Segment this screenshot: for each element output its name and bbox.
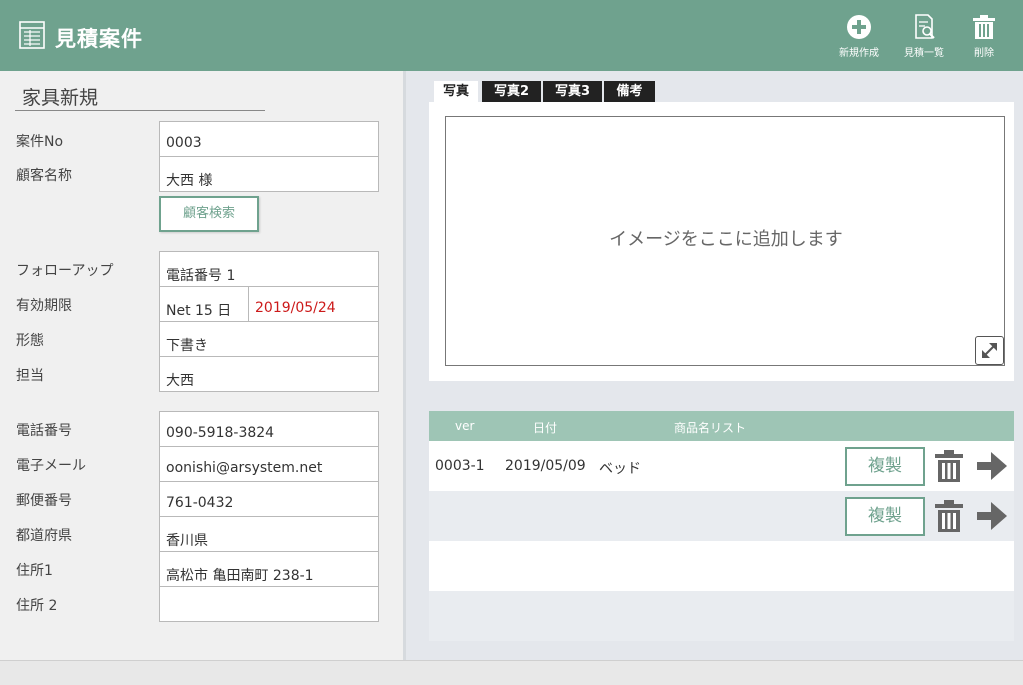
arrow-right-icon[interactable] [977, 502, 1007, 530]
document-search-icon [915, 14, 935, 39]
address2-field[interactable] [159, 586, 379, 622]
customer-name-label: 顧客名称 [16, 168, 72, 184]
photo-placeholder-text: イメージをここに追加します [609, 229, 843, 250]
prefecture-field[interactable]: 香川県 [159, 516, 379, 552]
postal-code-field[interactable]: 761-0432 [159, 481, 379, 517]
row-ver: 0003-1 [435, 458, 485, 474]
trash-icon[interactable] [934, 500, 964, 532]
table-row[interactable]: 複製 [429, 491, 1014, 541]
customer-search-button[interactable]: 顧客検索 [159, 196, 259, 232]
plus-circle-icon [847, 15, 871, 39]
column-date: 日付 [533, 421, 558, 435]
case-no-field[interactable]: 0003 [159, 121, 379, 157]
form-type-field[interactable]: 下書き [159, 321, 379, 357]
panel-divider [403, 71, 406, 660]
case-no-label: 案件No [16, 134, 64, 150]
tab-notes[interactable]: 備考 [604, 81, 655, 102]
arrow-right-icon[interactable] [977, 452, 1007, 480]
form-type-label: 形態 [16, 333, 44, 349]
valid-period-label: 有効期限 [16, 298, 72, 314]
phone-field[interactable]: 090-5918-3824 [159, 411, 379, 447]
app-header: 見積案件 新規作成 見積一覧 削除 [0, 0, 1023, 71]
tab-photo2[interactable]: 写真2 [482, 81, 541, 102]
customer-name-field[interactable]: 大西 様 [159, 156, 379, 192]
assignee-field[interactable]: 大西 [159, 356, 379, 392]
row-date: 2019/05/09 [505, 458, 586, 474]
prefecture-label: 都道府県 [16, 528, 72, 544]
app-title: 見積案件 [55, 27, 143, 51]
table-header: ver 日付 商品名リスト [429, 411, 1014, 441]
estimate-list-button[interactable]: 見積一覧 [894, 14, 954, 59]
column-ver: ver [455, 419, 475, 433]
trash-icon [973, 15, 995, 39]
estimate-list-button-label: 見積一覧 [904, 48, 944, 59]
versions-table: ver 日付 商品名リスト 0003-1 2019/05/09 ベッド 複製 複… [429, 411, 1014, 641]
address1-field[interactable]: 高松市 亀田南町 238-1 [159, 551, 379, 587]
email-field[interactable]: oonishi@arsystem.net [159, 446, 379, 482]
email-label: 電子メール [16, 458, 86, 474]
postal-code-label: 郵便番号 [16, 493, 72, 509]
table-icon [19, 21, 45, 49]
photo-panel: イメージをここに追加します [429, 102, 1014, 381]
address1-label: 住所1 [16, 563, 53, 579]
photo-drop-area[interactable]: イメージをここに追加します [445, 116, 1005, 366]
expiry-date-field[interactable]: 2019/05/24 [248, 286, 379, 322]
expand-icon [982, 343, 997, 358]
assignee-label: 担当 [16, 368, 44, 384]
payment-terms-field[interactable]: Net 15 日 [159, 286, 249, 322]
table-row-empty [429, 541, 1014, 591]
estimate-form-panel: 家具新規 案件No 0003 顧客名称 大西 様 顧客検索 フォローアップ 電話… [0, 71, 403, 660]
column-items: 商品名リスト [674, 421, 747, 435]
follow-up-field[interactable]: 電話番号 1 [159, 251, 379, 287]
bottom-status-bar [0, 660, 1023, 685]
phone-label: 電話番号 [16, 423, 72, 439]
follow-up-label: フォローアップ [16, 263, 114, 279]
delete-button-label: 削除 [974, 48, 994, 59]
table-row-empty [429, 591, 1014, 641]
trash-icon[interactable] [934, 450, 964, 482]
row-items: ベッド [599, 461, 641, 477]
duplicate-button[interactable]: 複製 [845, 447, 925, 486]
address2-label: 住所 2 [16, 598, 58, 614]
tab-photo[interactable]: 写真 [434, 81, 478, 102]
duplicate-button[interactable]: 複製 [845, 497, 925, 536]
expand-button[interactable] [975, 336, 1004, 365]
form-title[interactable]: 家具新規 [15, 83, 265, 111]
new-button[interactable]: 新規作成 [829, 14, 889, 59]
table-row[interactable]: 0003-1 2019/05/09 ベッド 複製 [429, 441, 1014, 491]
new-button-label: 新規作成 [839, 48, 879, 59]
tab-photo3[interactable]: 写真3 [543, 81, 602, 102]
delete-button[interactable]: 削除 [954, 14, 1014, 59]
